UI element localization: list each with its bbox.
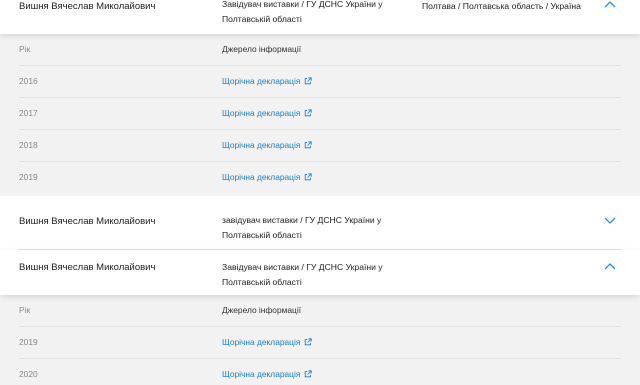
- declaration-link[interactable]: Щорічна декларація: [222, 337, 312, 347]
- declaration-row: 2016 Щорічна декларація: [19, 66, 621, 98]
- declarant-row[interactable]: Вишня Вячеслав Миколайович Завідувач вис…: [0, 0, 640, 34]
- declaration-year: 2018: [19, 140, 38, 150]
- declaration-year: 2020: [19, 369, 38, 379]
- chevron-up-icon[interactable]: [604, 0, 618, 12]
- external-link-icon: [305, 109, 312, 117]
- external-link-icon: [305, 173, 312, 181]
- declaration-row: 2020 Щорічна декларація: [19, 359, 621, 385]
- declaration-row: 2017 Щорічна декларація: [19, 98, 621, 130]
- declaration-link-label[interactable]: Щорічна декларація: [222, 337, 300, 347]
- declaration-link[interactable]: Щорічна декларація: [222, 108, 312, 118]
- declarations-header: Рік Джерело інформації: [19, 295, 621, 327]
- declaration-year: 2019: [19, 172, 38, 182]
- external-link-icon: [305, 370, 312, 378]
- declaration-year: 2017: [19, 108, 38, 118]
- declarant-position: Завідувач виставки / ГУ ДСНС України у П…: [222, 0, 383, 24]
- declaration-link-label[interactable]: Щорічна декларація: [222, 172, 300, 182]
- declarant-name[interactable]: Вишня Вячеслав Миколайович: [19, 1, 155, 12]
- declaration-row: 2019 Щорічна декларація: [19, 162, 621, 194]
- declaration-year: 2016: [19, 76, 38, 86]
- declaration-link[interactable]: Щорічна декларація: [222, 140, 312, 150]
- declaration-link[interactable]: Щорічна декларація: [222, 172, 312, 182]
- year-column-header: Рік: [19, 44, 31, 54]
- declarations-panel: Рік Джерело інформації 2019 Щорічна декл…: [0, 295, 640, 385]
- declaration-row: 2019 Щорічна декларація: [19, 327, 621, 359]
- declaration-row: 2018 Щорічна декларація: [19, 130, 621, 162]
- external-link-icon: [305, 77, 312, 85]
- year-column-header: Рік: [19, 305, 31, 315]
- chevron-down-icon[interactable]: [604, 217, 618, 229]
- declaration-link-label[interactable]: Щорічна декларація: [222, 369, 300, 379]
- declarant-row[interactable]: Вишня Вячеслав Миколайович Завідувач вис…: [0, 250, 640, 295]
- declaration-link-label[interactable]: Щорічна декларація: [222, 140, 300, 150]
- declaration-link-label[interactable]: Щорічна декларація: [222, 108, 300, 118]
- external-link-icon: [305, 338, 312, 346]
- declaration-link[interactable]: Щорічна декларація: [222, 369, 312, 379]
- chevron-up-icon[interactable]: [604, 262, 618, 274]
- declarant-row[interactable]: Вишня Вячеслав Миколайович завідувач вис…: [0, 196, 640, 249]
- source-column-header: Джерело інформації: [222, 44, 302, 54]
- declarations-header: Рік Джерело інформації: [19, 34, 621, 66]
- declaration-link[interactable]: Щорічна декларація: [222, 76, 312, 86]
- declarant-position: Завідувач виставки / ГУ ДСНС України у П…: [222, 262, 383, 287]
- declaration-link-label[interactable]: Щорічна декларація: [222, 76, 300, 86]
- declarant-position: завідувач виставки / ГУ ДСНС України у П…: [222, 215, 382, 240]
- external-link-icon: [305, 141, 312, 149]
- source-column-header: Джерело інформації: [222, 305, 302, 315]
- declarant-name[interactable]: Вишня Вячеслав Миколайович: [19, 262, 155, 273]
- declarant-name[interactable]: Вишня Вячеслав Миколайович: [19, 216, 155, 227]
- declaration-year: 2019: [19, 337, 38, 347]
- declarations-panel: Рік Джерело інформації 2016 Щорічна декл…: [0, 34, 640, 196]
- declarant-location: Полтава / Полтавська область / Україна: [422, 1, 581, 11]
